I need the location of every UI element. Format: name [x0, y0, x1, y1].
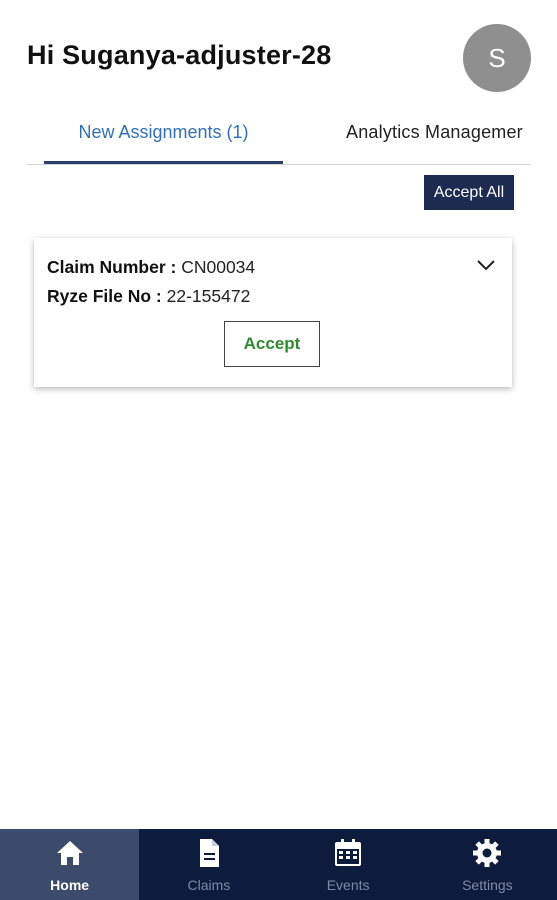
document-icon [194, 838, 224, 868]
bottom-navigation: Home Claims Events Settings [0, 829, 557, 900]
assignment-tabs: New Assignments (1) Analytics Managemer [27, 100, 530, 165]
nav-item-claims[interactable]: Claims [139, 829, 278, 900]
accept-button[interactable]: Accept [224, 321, 320, 367]
nav-label-home: Home [50, 877, 90, 893]
accept-all-button[interactable]: Accept All [424, 175, 514, 210]
home-icon [55, 838, 85, 868]
nav-label-settings: Settings [462, 877, 513, 893]
nav-label-claims: Claims [187, 877, 231, 893]
ryze-file-label: Ryze File No : [47, 286, 167, 306]
tab-new-assignments[interactable]: New Assignments (1) [44, 100, 283, 164]
tab-analytics-management[interactable]: Analytics Managemer [346, 100, 523, 164]
gear-icon [472, 838, 502, 868]
nav-item-events[interactable]: Events [279, 829, 418, 900]
nav-item-settings[interactable]: Settings [418, 829, 557, 900]
ryze-file-row: Ryze File No : 22-155472 [47, 286, 250, 307]
assignment-card: Claim Number : CN00034 Ryze File No : 22… [34, 238, 512, 387]
ryze-file-value: 22-155472 [166, 286, 251, 306]
page-greeting: Hi Suganya-adjuster-28 [27, 40, 332, 70]
nav-label-events: Events [326, 877, 370, 893]
chevron-down-icon[interactable] [475, 254, 497, 276]
claim-number-value: CN00034 [181, 257, 256, 277]
calendar-icon [333, 838, 363, 868]
claim-number-row: Claim Number : CN00034 [47, 257, 255, 278]
nav-item-home[interactable]: Home [0, 829, 140, 900]
user-avatar[interactable]: S [463, 24, 531, 92]
claim-number-label: Claim Number : [47, 257, 182, 277]
